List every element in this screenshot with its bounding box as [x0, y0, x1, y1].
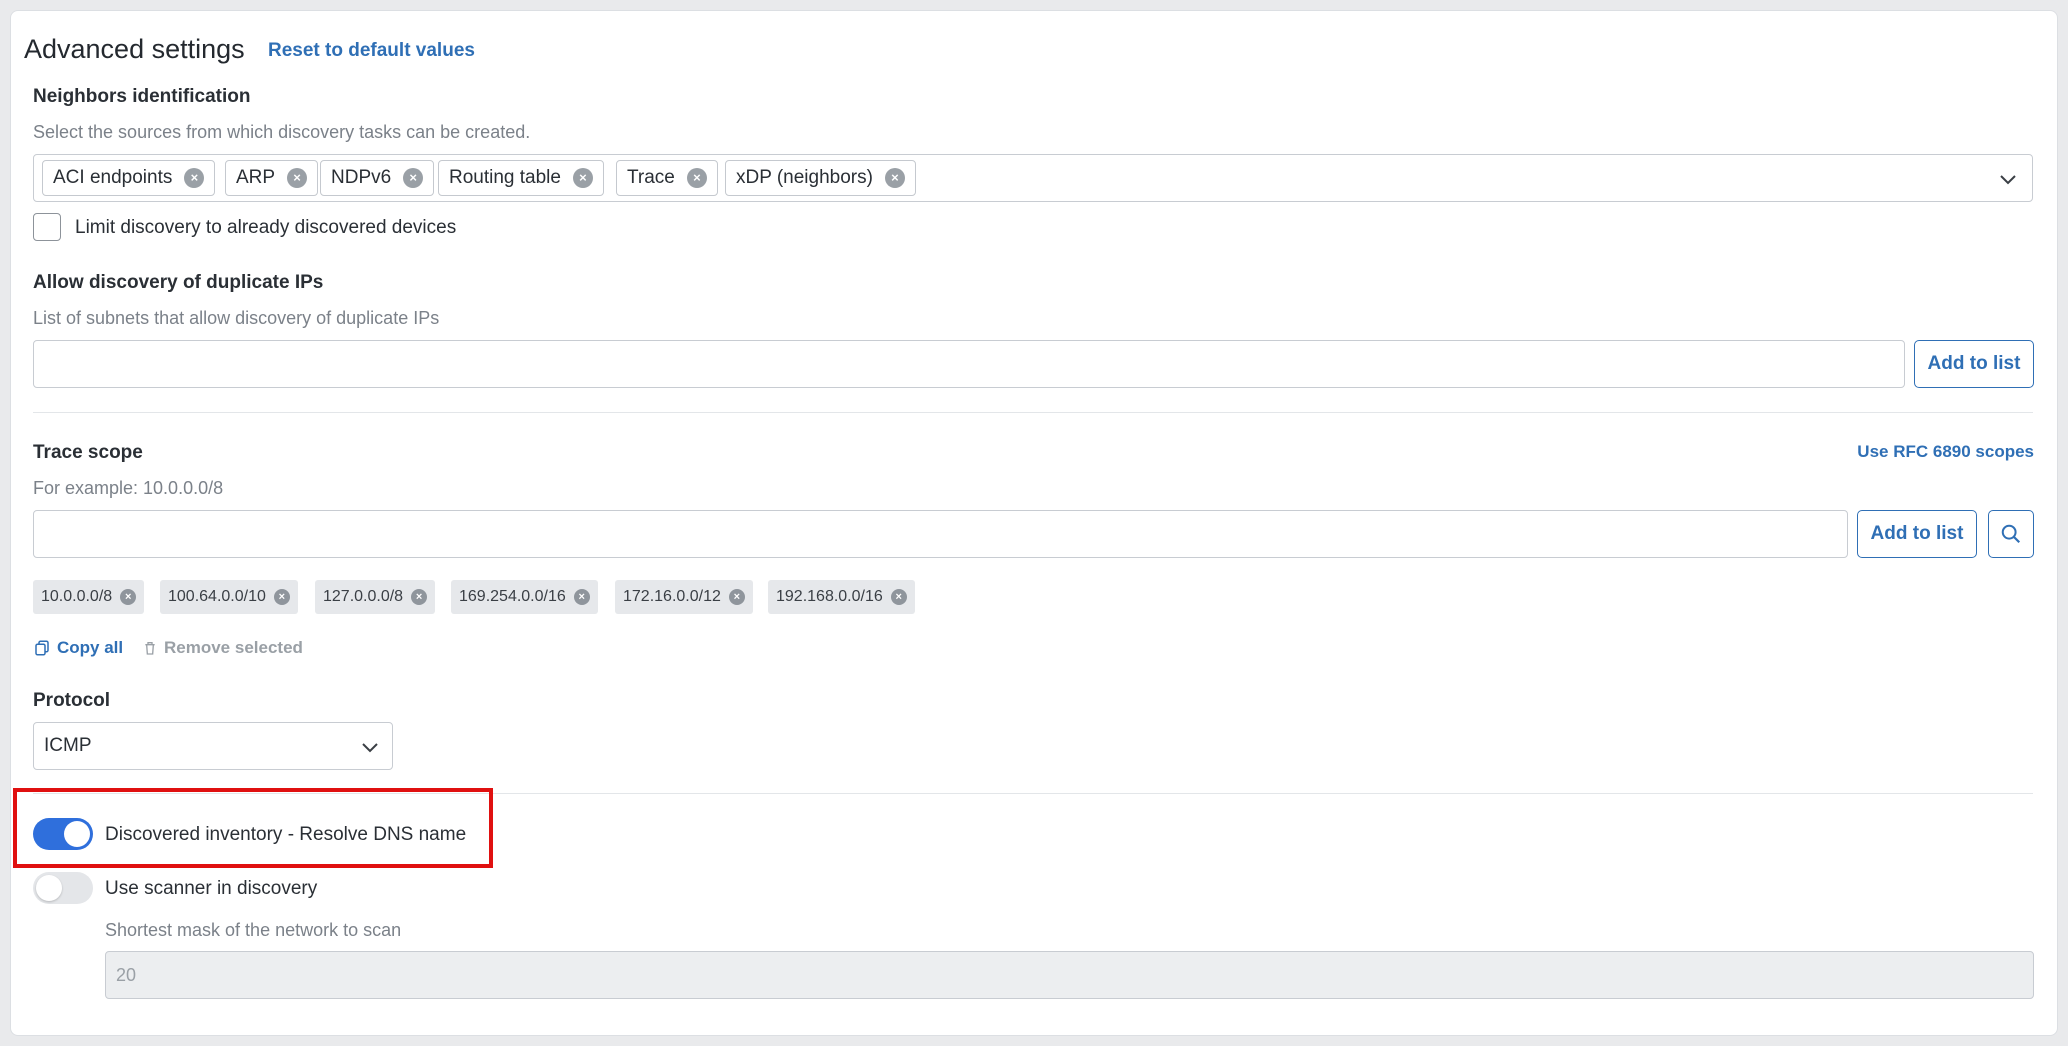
trash-icon: [145, 642, 155, 655]
remove-chip-icon[interactable]: ×: [572, 168, 593, 188]
copy-all-button[interactable]: Copy all: [33, 638, 123, 658]
remove-chip-icon[interactable]: ×: [403, 168, 424, 188]
limit-discovery-label: Limit discovery to already discovered de…: [75, 217, 457, 238]
section-divider: [33, 412, 2033, 413]
remove-chip-icon[interactable]: ×: [686, 168, 707, 188]
scope-tag[interactable]: 127.0.0.0/8 ×: [315, 580, 436, 614]
remove-tag-icon[interactable]: ×: [273, 589, 290, 605]
protocol-label: Protocol: [33, 690, 111, 711]
use-scanner-toggle[interactable]: [33, 872, 93, 904]
trace-scope-add-button[interactable]: Add to list: [1857, 510, 1977, 558]
toggle-knob: [64, 821, 90, 847]
trace-scope-input[interactable]: [33, 510, 1848, 558]
remove-chip-icon[interactable]: ×: [884, 168, 905, 188]
use-scanner-label: Use scanner in discovery: [105, 878, 318, 899]
limit-discovery-checkbox[interactable]: [33, 213, 61, 241]
source-chip: Trace ×: [616, 160, 718, 196]
chevron-down-icon: [362, 743, 378, 753]
page-title: Advanced settings: [24, 34, 245, 64]
trace-scope-search-button[interactable]: [1988, 510, 2034, 558]
protocol-selected-value: ICMP: [44, 735, 92, 756]
duplicate-ips-label: Allow discovery of duplicate IPs: [33, 272, 324, 293]
scope-tag[interactable]: 10.0.0.0/8 ×: [33, 580, 145, 614]
scope-tag-label: 169.254.0.0/16: [459, 588, 566, 605]
chevron-down-icon[interactable]: [1996, 167, 2020, 191]
search-icon: [2001, 524, 2021, 544]
resolve-dns-label: Discovered inventory - Resolve DNS name: [105, 824, 467, 845]
neighbors-label: Neighbors identification: [33, 86, 251, 107]
scope-tag-label: 10.0.0.0/8: [41, 588, 113, 605]
protocol-select[interactable]: ICMP: [33, 722, 393, 770]
scope-tag[interactable]: 192.168.0.0/16 ×: [768, 580, 915, 614]
duplicate-ips-input[interactable]: [33, 340, 1905, 388]
source-chip-label: Routing table: [449, 167, 561, 188]
remove-selected-button[interactable]: Remove selected: [142, 638, 303, 658]
remove-chip-icon[interactable]: ×: [287, 168, 308, 188]
scope-tag[interactable]: 100.64.0.0/10 ×: [160, 580, 298, 614]
reset-defaults-link[interactable]: Reset to default values: [268, 40, 475, 62]
copy-all-label: Copy all: [57, 638, 124, 657]
duplicate-ips-add-button[interactable]: Add to list: [1914, 340, 2034, 388]
trace-scope-label: Trace scope: [33, 442, 143, 463]
remove-tag-icon[interactable]: ×: [573, 589, 590, 605]
source-chip-label: ACI endpoints: [53, 167, 173, 188]
scope-tag[interactable]: 169.254.0.0/16 ×: [451, 580, 598, 614]
source-chip: xDP (neighbors) ×: [725, 160, 916, 196]
source-chip-label: xDP (neighbors): [736, 167, 873, 188]
copy-icon: [35, 640, 49, 656]
toggle-knob: [36, 875, 62, 901]
remove-tag-icon[interactable]: ×: [890, 589, 907, 605]
remove-tag-icon[interactable]: ×: [411, 589, 428, 605]
scope-tag-label: 100.64.0.0/10: [168, 588, 266, 605]
neighbors-hint: Select the sources from which discovery …: [33, 122, 531, 142]
source-chip: NDPv6 ×: [320, 160, 435, 196]
source-chip: ARP ×: [225, 160, 319, 196]
rfc-6890-link[interactable]: Use RFC 6890 scopes: [1857, 442, 2034, 462]
sources-multiselect[interactable]: ACI endpoints × ARP × NDPv6 × Routing ta…: [33, 154, 2033, 202]
source-chip: ACI endpoints ×: [42, 160, 216, 196]
duplicate-ips-hint: List of subnets that allow discovery of …: [33, 308, 440, 328]
remove-chip-icon[interactable]: ×: [184, 168, 205, 188]
scope-tag[interactable]: 172.16.0.0/12 ×: [615, 580, 753, 614]
source-chip: Routing table ×: [438, 160, 604, 196]
resolve-dns-toggle[interactable]: [33, 818, 93, 850]
scope-tag-label: 192.168.0.0/16: [776, 588, 883, 605]
trace-scope-hint: For example: 10.0.0.0/8: [33, 478, 224, 498]
mask-input[interactable]: 20: [105, 951, 2034, 999]
source-chip-label: ARP: [236, 167, 276, 188]
scope-tag-label: 127.0.0.0/8: [323, 588, 404, 605]
source-chip-label: NDPv6: [331, 167, 392, 188]
remove-tag-icon[interactable]: ×: [728, 589, 745, 605]
scope-tag-label: 172.16.0.0/12: [623, 588, 721, 605]
remove-selected-label: Remove selected: [164, 638, 303, 657]
remove-tag-icon[interactable]: ×: [120, 589, 137, 605]
source-chip-label: Trace: [627, 167, 675, 188]
mask-label: Shortest mask of the network to scan: [105, 920, 402, 940]
